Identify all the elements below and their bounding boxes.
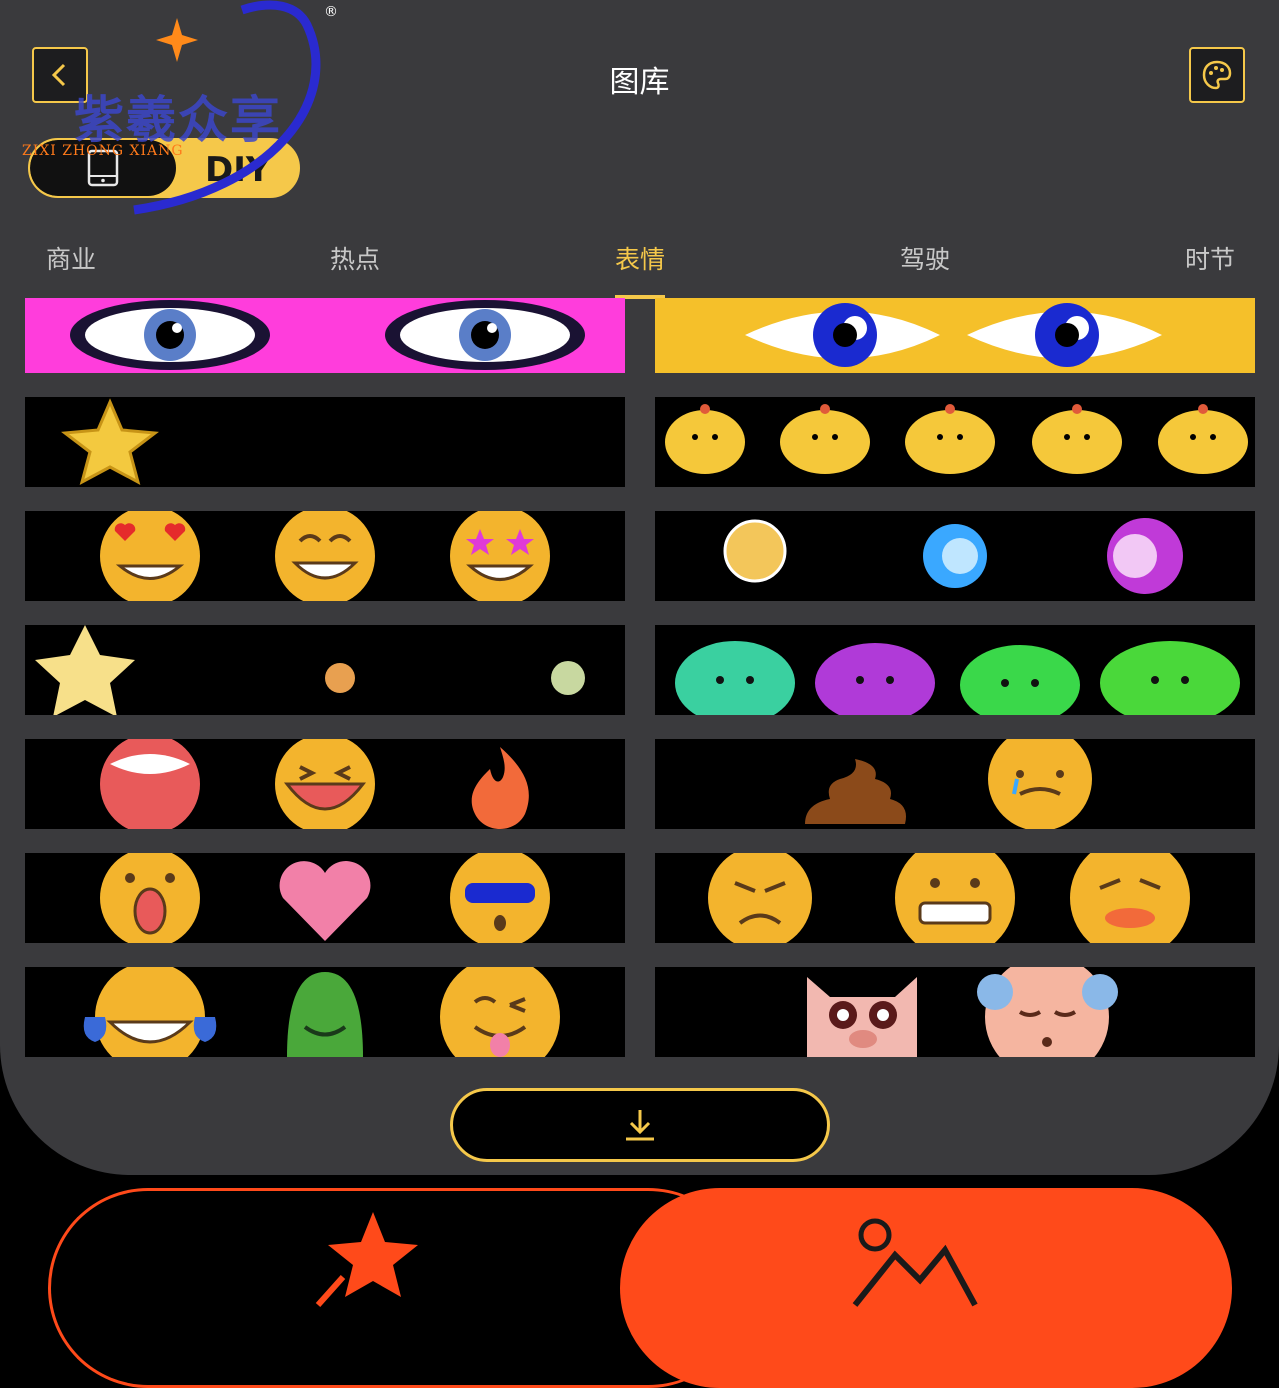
gallery-item-fireball-effects[interactable] [655, 511, 1255, 601]
gallery-item-tears-of-joy-green-wink[interactable] [25, 967, 625, 1057]
gallery-item-eyes-yellow[interactable] [655, 298, 1255, 373]
gallery-item-chicks[interactable] [655, 397, 1255, 487]
gallery-item-laughing-fire[interactable] [25, 739, 625, 829]
tab-trending[interactable]: 热点 [330, 240, 380, 276]
mode-phone-option[interactable] [30, 140, 176, 196]
tab-driving[interactable]: 驾驶 [900, 240, 950, 276]
gallery-item-monsters[interactable] [655, 625, 1255, 715]
gallery-item-star[interactable] [25, 397, 625, 487]
image-icon [852, 1218, 978, 1307]
palette-icon [1202, 60, 1232, 90]
download-button[interactable] [450, 1088, 830, 1162]
gallery-item-poop-crying[interactable] [655, 739, 1255, 829]
phone-icon [87, 149, 119, 187]
download-icon [626, 1110, 654, 1141]
mode-toggle[interactable]: DIY [28, 138, 300, 198]
gallery-item-shocked-heart-face[interactable] [25, 853, 625, 943]
gallery-item-eyes-magenta[interactable] [25, 298, 625, 373]
gallery-panel: 图库 DIY 商业 热点 表情 驾驶 时节 [0, 0, 1279, 1175]
tab-seasonal[interactable]: 时节 [1185, 240, 1235, 276]
gallery-item-pig-grandpa[interactable] [655, 967, 1255, 1057]
palette-button[interactable] [1189, 47, 1245, 103]
mode-diy-option[interactable]: DIY [205, 150, 271, 190]
gallery-item-angry-grimace-wince[interactable] [655, 853, 1255, 943]
page-title: 图库 [609, 65, 670, 100]
gallery-item-heart-eyes-grin-star-eyes[interactable] [25, 511, 625, 601]
gallery-item-star-face-dots[interactable] [25, 625, 625, 715]
tab-emoji[interactable]: 表情 [615, 240, 665, 276]
star-wand-icon [315, 1212, 418, 1307]
category-tabs: 商业 热点 表情 驾驶 时节 [0, 236, 1279, 286]
bottom-nav-gallery-tab[interactable] [620, 1188, 1232, 1388]
tab-business[interactable]: 商业 [46, 240, 96, 276]
